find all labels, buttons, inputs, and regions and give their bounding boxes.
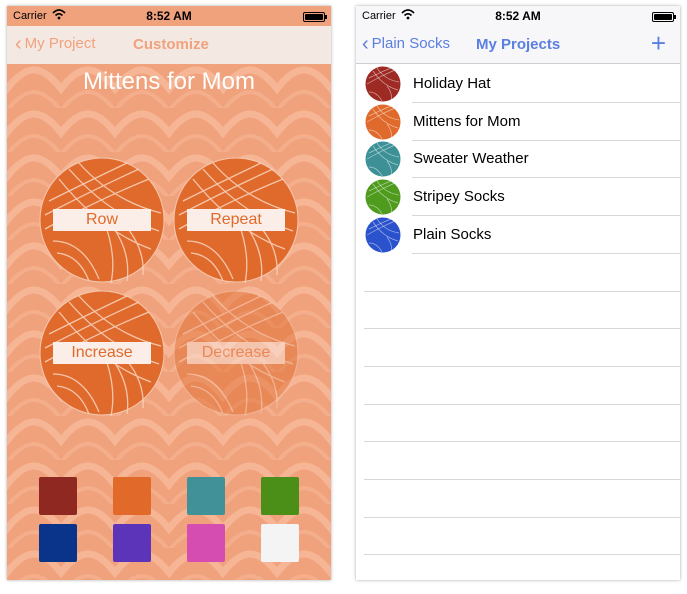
yarn-ball-icon [365,66,401,102]
empty-row [356,517,680,556]
row-button[interactable]: Row [39,157,165,283]
repeat-button[interactable]: Repeat [173,157,299,283]
empty-row [356,367,680,405]
clock: 8:52 AM [495,9,541,23]
color-swatch[interactable] [187,524,225,562]
color-swatch[interactable] [261,477,299,515]
yarn-ball-icon [365,104,401,140]
back-button[interactable]: ‹ My Project [15,32,96,55]
project-name: Plain Socks [413,225,492,243]
clock: 8:52 AM [146,9,192,23]
customize-screen: Carrier 8:52 AM ‹ My Project Customize M… [7,6,331,580]
projects-screen: Carrier 8:52 AM ‹ Plain Socks My Project… [356,6,680,580]
status-bar: Carrier 8:52 AM [7,6,331,26]
project-name: Holiday Hat [413,75,491,92]
empty-row [356,555,680,580]
back-button[interactable]: ‹ Plain Socks [362,32,451,55]
back-label: My Project [24,35,96,52]
increase-button-label: Increase [53,342,151,364]
back-label: Plain Socks [371,35,451,52]
yarn-ball-icon [365,179,401,215]
empty-row [356,329,680,367]
project-row[interactable]: Sweater Weather [356,140,680,179]
color-swatch[interactable] [39,524,77,562]
project-title: Mittens for Mom [82,68,256,95]
empty-row [356,442,680,480]
chevron-left-icon: ‹ [362,32,369,55]
color-swatch[interactable] [187,477,225,515]
color-swatch[interactable] [39,477,77,515]
project-row[interactable]: Stripey Socks [356,178,680,217]
project-row[interactable]: Holiday Hat [356,65,680,103]
empty-row [356,480,680,518]
battery-icon [652,12,676,22]
project-name: Mittens for Mom [413,112,521,130]
empty-row [356,291,680,330]
color-swatch[interactable] [261,524,299,562]
empty-row [356,254,680,292]
plus-icon[interactable]: + [651,30,666,56]
project-name: Sweater Weather [413,150,529,168]
nav-bar: ‹ My Project Customize [7,26,331,64]
decrease-button-label: Decrease [187,342,285,364]
color-swatch[interactable] [113,524,151,562]
project-name: Stripey Socks [413,188,505,206]
project-row[interactable]: Mittens for Mom [356,103,680,141]
battery-icon [303,12,327,22]
repeat-button-label: Repeat [187,209,285,231]
yarn-ball-icon [365,217,401,253]
nav-bar: ‹ Plain Socks My Projects + [356,26,680,64]
increase-button[interactable]: Increase [39,290,165,416]
project-row[interactable]: Plain Socks [356,216,680,254]
status-bar: Carrier 8:52 AM [356,6,680,26]
color-swatch[interactable] [113,477,151,515]
decrease-button[interactable]: Decrease [173,290,299,416]
nav-title: Customize [133,36,209,53]
yarn-ball-icon [365,141,401,177]
empty-row [356,404,680,443]
nav-title: My Projects [476,36,561,53]
chevron-left-icon: ‹ [15,32,22,55]
row-button-label: Row [53,209,151,231]
